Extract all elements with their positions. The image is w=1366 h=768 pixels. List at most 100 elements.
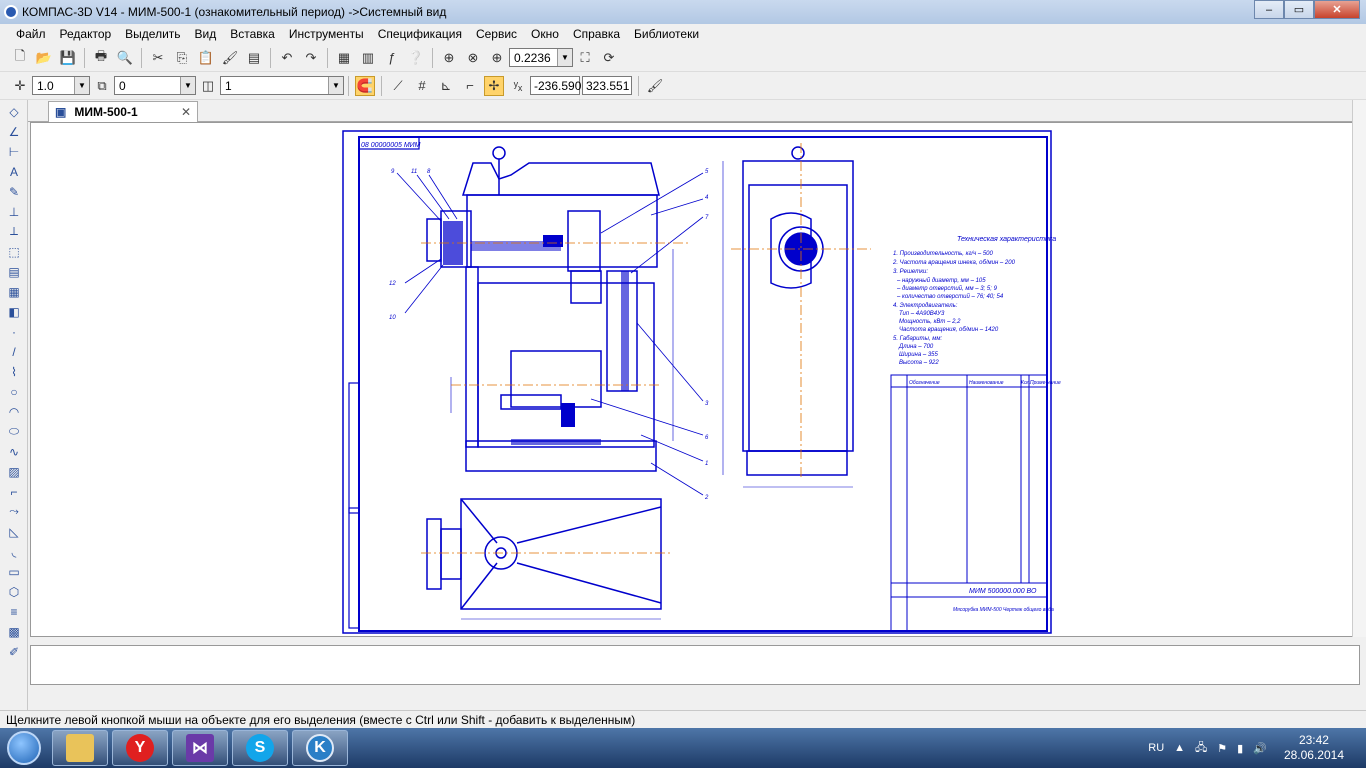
volume-icon[interactable]: 🔊 (1253, 742, 1267, 755)
layer-combo[interactable]: 0 ▼ (114, 76, 196, 95)
taskbar-kompas[interactable]: K (292, 730, 348, 766)
spline-icon[interactable]: ∿ (3, 443, 25, 460)
local-cs-icon[interactable]: ⊾ (436, 76, 456, 96)
cut-icon[interactable]: ✂ (148, 48, 168, 68)
geometry-icon[interactable]: ∠ (3, 123, 25, 140)
cursor-coords-icon[interactable]: ✢ (484, 75, 504, 96)
style-combo[interactable]: 1 ▼ (220, 76, 344, 95)
minimize-button[interactable]: – (1254, 0, 1284, 19)
zoom-dynamic-icon[interactable]: ⊗ (463, 48, 483, 68)
menu-libraries[interactable]: Библиотеки (634, 27, 699, 41)
refresh-icon[interactable]: ⟳ (599, 48, 619, 68)
brush-tool-icon[interactable]: ✐ (3, 643, 25, 660)
zoom-window-icon[interactable]: ⊕ (439, 48, 459, 68)
snap-icon[interactable]: ✛ (10, 76, 30, 96)
menu-view[interactable]: Вид (195, 27, 217, 41)
manager-icon[interactable]: ▦ (334, 48, 354, 68)
menu-select[interactable]: Выделить (125, 27, 180, 41)
maximize-button[interactable]: ▭ (1284, 0, 1314, 19)
taskbar-vs[interactable]: ⋈ (172, 730, 228, 766)
style-icon[interactable]: ◫ (198, 76, 218, 96)
polyline-icon[interactable]: ⌇ (3, 363, 25, 380)
network-error-icon[interactable]: 🖧 (1195, 739, 1207, 758)
menu-file[interactable]: Файл (16, 27, 46, 41)
properties-icon[interactable]: ▤ (244, 48, 264, 68)
print-preview-icon[interactable]: 🔍 (115, 48, 135, 68)
vertical-scrollbar[interactable] (1352, 100, 1366, 637)
fit-view-icon[interactable]: ⛶ (575, 48, 595, 68)
brush-icon[interactable]: 🖌 (645, 76, 665, 96)
chevron-down-icon[interactable]: ▼ (328, 77, 343, 94)
fillet-icon[interactable]: ◟ (3, 543, 25, 560)
orthogonal-icon[interactable]: ⟋ (388, 76, 408, 96)
menu-insert[interactable]: Вставка (230, 27, 275, 41)
menu-help[interactable]: Справка (573, 27, 620, 41)
zoom-in-icon[interactable]: ⊕ (487, 48, 507, 68)
undo-icon[interactable]: ↶ (277, 48, 297, 68)
clock[interactable]: 23:42 28.06.2014 (1284, 733, 1344, 763)
line-weight-combo[interactable]: 1.0 ▼ (32, 76, 90, 95)
open-icon[interactable]: 📂 (34, 48, 54, 68)
grid-icon[interactable]: # (412, 76, 432, 96)
parametrization-icon[interactable]: ⊥ (3, 203, 25, 220)
equidistant-icon[interactable]: ≡ (3, 603, 25, 620)
reports-icon[interactable]: ▦ (3, 283, 25, 300)
save-icon[interactable]: 💾 (58, 48, 78, 68)
new-document-icon[interactable]: 🗋 (10, 48, 30, 68)
magnet-snap-icon[interactable]: 🧲 (355, 75, 375, 96)
arc-icon[interactable]: ◠ (3, 403, 25, 420)
ortho-mode-icon[interactable]: ⌐ (460, 76, 480, 96)
insert-icon[interactable]: ◧ (3, 303, 25, 320)
variables-icon[interactable]: ▥ (358, 48, 378, 68)
coord-y-field[interactable]: 323.551 (582, 76, 632, 95)
chevron-down-icon[interactable]: ▼ (180, 77, 195, 94)
menu-service[interactable]: Сервис (476, 27, 517, 41)
menu-editor[interactable]: Редактор (60, 27, 112, 41)
ellipse-icon[interactable]: ⬭ (3, 423, 25, 440)
coord-x-field[interactable]: -236.590 (530, 76, 581, 95)
layers-icon[interactable]: ⧉ (92, 76, 112, 96)
select-icon[interactable]: ◇ (3, 103, 25, 120)
language-indicator[interactable]: RU (1148, 742, 1164, 754)
help-cursor-icon[interactable]: ❔ (406, 48, 426, 68)
rectangle-icon[interactable]: ▭ (3, 563, 25, 580)
fill-icon[interactable]: ▩ (3, 623, 25, 640)
print-icon[interactable]: 🖶 (91, 48, 111, 68)
flag-icon[interactable]: ⚑ (1217, 742, 1227, 755)
measure-icon[interactable]: ⟂ (3, 223, 25, 240)
polygon-icon[interactable]: ⬡ (3, 583, 25, 600)
tray-expand-icon[interactable]: ▲ (1174, 742, 1185, 754)
start-button[interactable] (0, 728, 48, 768)
close-icon[interactable]: ✕ (181, 105, 191, 119)
close-button[interactable]: ✕ (1314, 0, 1360, 19)
paste-icon[interactable]: 📋 (196, 48, 216, 68)
taskbar-yandex[interactable]: Y (112, 730, 168, 766)
signal-icon[interactable]: ▮ (1237, 742, 1243, 755)
dimension-icon[interactable]: ⊢ (3, 143, 25, 160)
taskbar-skype[interactable]: S (232, 730, 288, 766)
chamfer-icon[interactable]: ◺ (3, 523, 25, 540)
menu-window[interactable]: Окно (531, 27, 559, 41)
bezier-icon[interactable]: ⤳ (3, 503, 25, 520)
taskbar-explorer[interactable] (52, 730, 108, 766)
designations-icon[interactable]: A (3, 163, 25, 180)
hatch-icon[interactable]: ▨ (3, 463, 25, 480)
redo-icon[interactable]: ↷ (301, 48, 321, 68)
zoom-combo[interactable]: 0.2236 ▼ (509, 48, 573, 67)
function-icon[interactable]: ƒ (382, 48, 402, 68)
point-icon[interactable]: · (3, 323, 25, 340)
chevron-down-icon[interactable]: ▼ (74, 77, 89, 94)
format-painter-icon[interactable]: 🖌 (220, 48, 240, 68)
copy-icon[interactable]: ⎘ (172, 48, 192, 68)
menu-specification[interactable]: Спецификация (378, 27, 462, 41)
spec-icon[interactable]: ▤ (3, 263, 25, 280)
tab-document[interactable]: ▣ МИМ-500-1 ✕ (48, 101, 198, 122)
chevron-down-icon[interactable]: ▼ (557, 49, 572, 66)
menu-tools[interactable]: Инструменты (289, 27, 364, 41)
circle-icon[interactable]: ○ (3, 383, 25, 400)
editing-icon[interactable]: ✎ (3, 183, 25, 200)
segment-icon[interactable]: / (3, 343, 25, 360)
contour-icon[interactable]: ⌐ (3, 483, 25, 500)
drawing-canvas[interactable]: 08 00000005 МИМ Техническая характеристи… (30, 122, 1360, 637)
select-tool-icon[interactable]: ⬚ (3, 243, 25, 260)
